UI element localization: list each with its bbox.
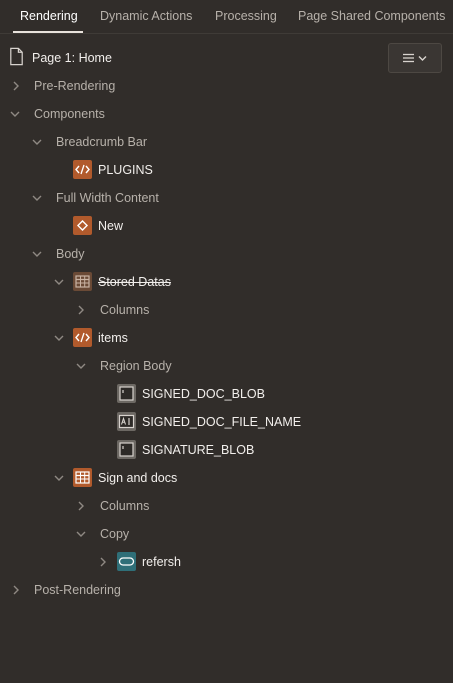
tab-dynamic-actions[interactable]: Dynamic Actions [100,9,192,23]
tab-page-shared-components[interactable]: Page Shared Components [298,9,445,23]
chevron-down-icon[interactable] [53,332,65,344]
chevron-right-icon[interactable] [75,500,87,512]
tree-node-label: Region Body [100,359,172,373]
chevron-down-icon[interactable] [31,136,43,148]
chevron-right-icon[interactable] [10,584,22,596]
chevron-down-icon[interactable] [53,276,65,288]
tab-rendering[interactable]: Rendering [20,9,78,23]
tree-node-label: SIGNED_DOC_BLOB [142,387,265,401]
tree-node-label: Stored Datas [98,275,171,289]
tree-node-breadcrumb-bar[interactable]: Breadcrumb Bar [0,128,453,156]
tree-node-label: Pre-Rendering [34,79,116,93]
tree-node-signed-doc-file-name[interactable]: SIGNED_DOC_FILE_NAME [0,408,453,436]
tab-processing[interactable]: Processing [215,9,277,23]
tree-node-page[interactable]: Page 1: Home [0,44,453,72]
tree-node-columns[interactable]: Columns [0,492,453,520]
tab-bar: Rendering Dynamic Actions Processing Pag… [0,0,453,34]
tree-node-label: Copy [100,527,130,541]
table-icon [73,272,92,291]
tree-node-label: Breadcrumb Bar [56,135,148,149]
chevron-right-icon[interactable] [97,556,109,568]
file-browse-item-icon [117,440,136,459]
file-browse-item-icon [117,384,136,403]
button-diamond-icon [73,216,92,235]
tree-node-signature-blob[interactable]: SIGNATURE_BLOB [0,436,453,464]
tree-node-signed-doc-blob[interactable]: SIGNED_DOC_BLOB [0,380,453,408]
tree-node-label: SIGNED_DOC_FILE_NAME [142,415,302,429]
chevron-down-icon[interactable] [9,108,21,120]
chevron-down-icon[interactable] [31,192,43,204]
tree-node-label: Full Width Content [56,191,159,205]
tree-node-label: Columns [100,303,150,317]
chevron-down-icon[interactable] [31,248,43,260]
tree-node-label: items [98,331,128,345]
tree-node-label: Post-Rendering [34,583,121,597]
chevron-right-icon[interactable] [10,80,22,92]
tree-node-copy[interactable]: Copy [0,520,453,548]
tree-node-components[interactable]: Components [0,100,453,128]
tree-node-label: Columns [100,499,150,513]
tree-node-label: SIGNATURE_BLOB [142,443,255,457]
code-region-icon [73,160,92,179]
tree-node-items[interactable]: items [0,324,453,352]
tree-node-post-rendering[interactable]: Post-Rendering [0,576,453,604]
chevron-right-icon[interactable] [75,304,87,316]
tree-node-new[interactable]: New [0,212,453,240]
active-tab-indicator [13,31,83,33]
tree-node-sign-and-docs[interactable]: Sign and docs [0,464,453,492]
tree-node-label: refersh [142,555,181,569]
tree-node-pre-rendering[interactable]: Pre-Rendering [0,72,453,100]
tree-node-body[interactable]: Body [0,240,453,268]
tree-node-label: Page 1: Home [32,51,112,65]
chevron-down-icon[interactable] [53,472,65,484]
tree-node-label: Body [56,247,85,261]
code-region-icon [73,328,92,347]
tree-node-columns[interactable]: Columns [0,296,453,324]
tree-node-label: PLUGINS [98,163,153,177]
tree-node-label: Sign and docs [98,471,178,485]
page-icon [10,47,23,66]
tree-node-refersh[interactable]: refersh [0,548,453,576]
table-icon [73,468,92,487]
chevron-down-icon[interactable] [75,360,87,372]
button-icon [117,552,136,571]
tree-node-region-body[interactable]: Region Body [0,352,453,380]
tree-node-label: New [98,219,124,233]
tree-node-stored-datas[interactable]: Stored Datas [0,268,453,296]
tree-node-full-width-content[interactable]: Full Width Content [0,184,453,212]
text-field-item-icon [117,412,136,431]
tree-node-label: Components [34,107,105,121]
tree-node-plugins[interactable]: PLUGINS [0,156,453,184]
chevron-down-icon[interactable] [75,528,87,540]
